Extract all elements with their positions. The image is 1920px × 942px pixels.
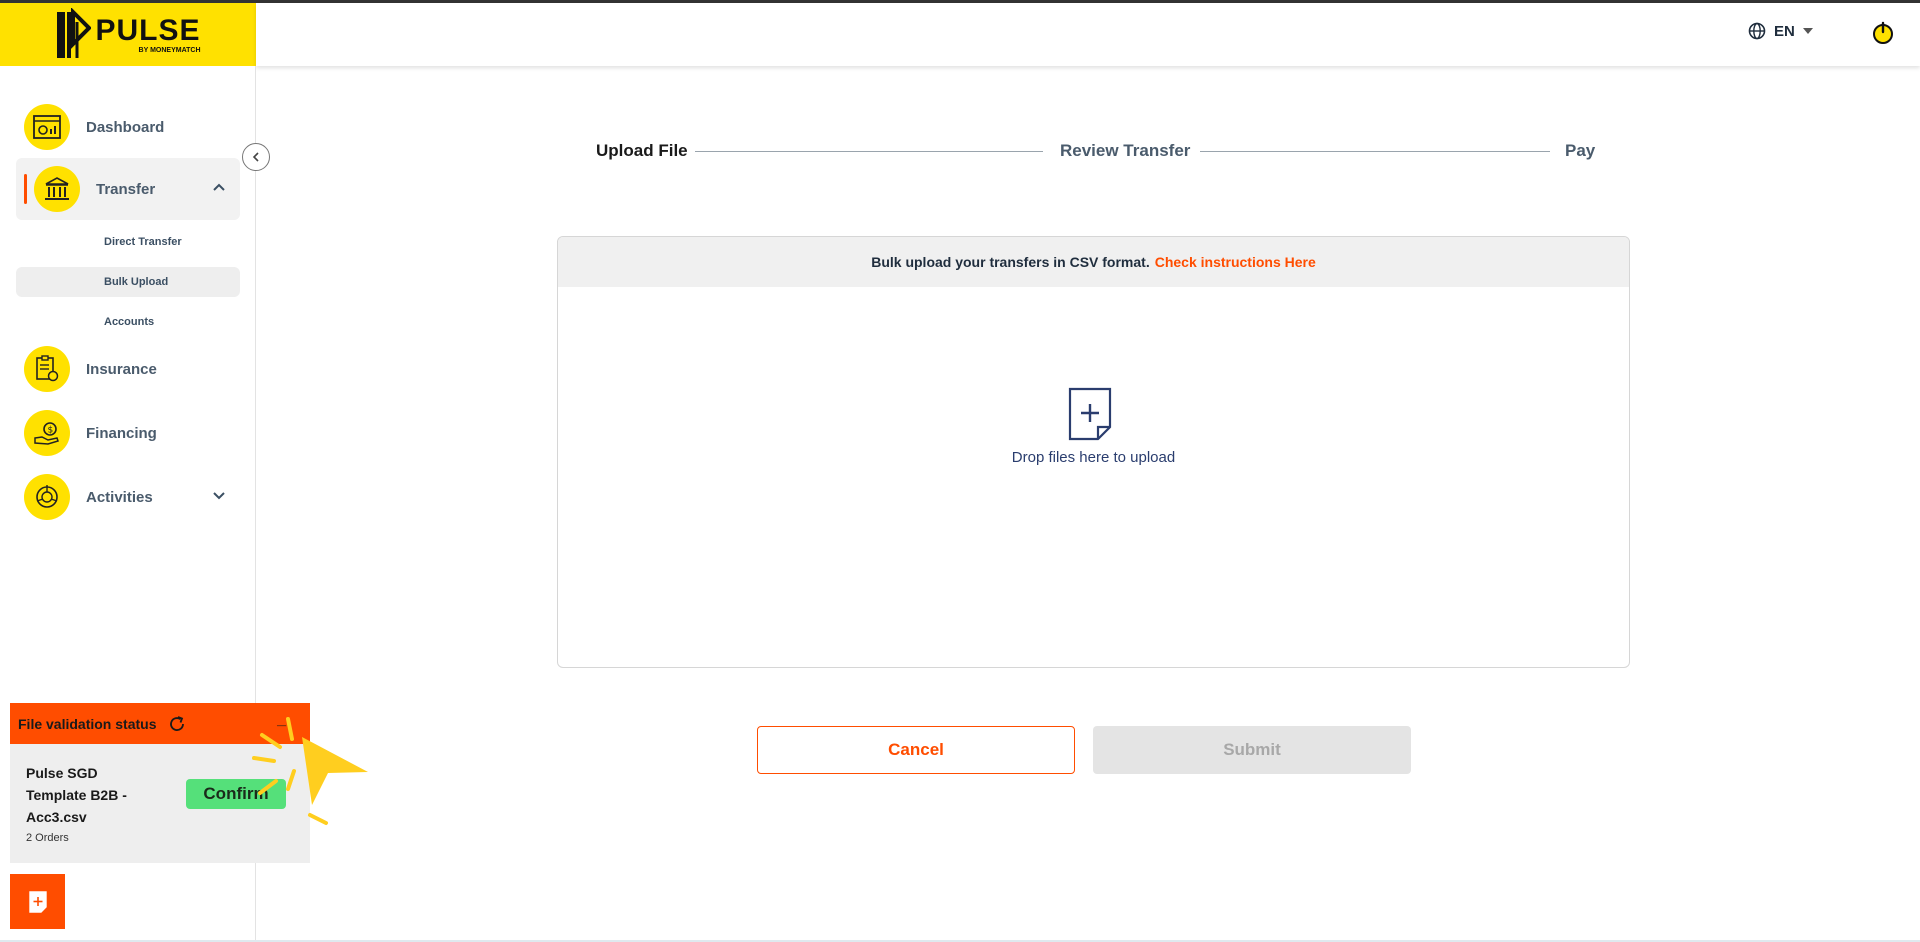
sidebar-subitem-label: Bulk Upload <box>104 276 169 288</box>
add-file-icon <box>1068 387 1112 441</box>
sidebar-item-dashboard[interactable]: Dashboard <box>16 96 240 158</box>
caret-down-icon <box>1802 28 1813 34</box>
file-validation-title: File validation status <box>18 715 157 732</box>
chevron-down-icon <box>213 492 225 500</box>
sidebar-subitem-accounts[interactable]: Accounts <box>16 307 240 337</box>
instruction-text: Bulk upload your transfers in CSV format… <box>871 254 1150 270</box>
logo[interactable]: PULSE BY MONEYMATCH <box>0 3 256 66</box>
sidebar-item-label: Activities <box>86 488 153 506</box>
file-status-button[interactable] <box>10 874 65 929</box>
sidebar-subitem-label: Direct Transfer <box>104 236 182 248</box>
sidebar-item-label: Insurance <box>86 360 157 378</box>
step-connector <box>1200 151 1550 152</box>
instructions-link[interactable]: Check instructions Here <box>1155 254 1316 270</box>
dashboard-icon <box>24 104 70 150</box>
globe-icon <box>1748 22 1766 40</box>
insurance-icon <box>24 346 70 392</box>
sidebar-item-label: Dashboard <box>86 118 165 136</box>
file-name: Pulse SGD Template B2B - Acc3.csv <box>26 765 127 825</box>
top-header <box>256 3 1920 66</box>
upload-instructions: Bulk upload your transfers in CSV format… <box>558 237 1629 287</box>
financing-icon: $ <box>24 410 70 456</box>
drop-zone-label: Drop files here to upload <box>1011 449 1176 466</box>
submit-button[interactable]: Submit <box>1093 726 1411 774</box>
sidebar-collapse-button[interactable] <box>242 143 270 171</box>
chevron-up-icon <box>213 183 225 191</box>
order-count: 2 Orders <box>26 832 69 844</box>
step-pay: Pay <box>1565 141 1596 160</box>
step-connector <box>695 151 1043 152</box>
sidebar-subitem-direct-transfer[interactable]: Direct Transfer <box>16 227 240 257</box>
cancel-button[interactable]: Cancel <box>757 726 1075 774</box>
svg-text:$: $ <box>48 426 54 436</box>
active-indicator <box>24 174 27 204</box>
bank-transfer-icon <box>34 166 80 212</box>
pulse-logo-icon <box>57 7 92 58</box>
sidebar-item-insurance[interactable]: Insurance <box>16 338 240 400</box>
step-review-transfer: Review Transfer <box>1060 141 1191 160</box>
logo-wordmark: PULSE <box>95 13 201 47</box>
refresh-icon[interactable] <box>168 715 186 733</box>
sidebar-item-transfer[interactable]: Transfer <box>16 158 240 220</box>
click-highlight-icon <box>252 717 368 825</box>
sidebar-subitem-label: Accounts <box>104 316 155 328</box>
language-selector[interactable]: EN <box>1748 22 1813 40</box>
chevron-left-icon <box>252 152 259 162</box>
activities-icon <box>24 474 70 520</box>
sidebar-item-financing[interactable]: $ Financing <box>16 402 240 464</box>
logo-subtext: BY MONEYMATCH <box>138 46 201 54</box>
sidebar-item-label: Financing <box>86 424 157 442</box>
sidebar-subitem-bulk-upload[interactable]: Bulk Upload <box>16 267 240 297</box>
sidebar-item-label: Transfer <box>96 180 156 198</box>
file-drop-zone[interactable]: Drop files here to upload <box>558 287 1629 667</box>
sidebar-item-activities[interactable]: Activities <box>16 466 240 528</box>
upload-card: Bulk upload your transfers in CSV format… <box>557 236 1630 668</box>
power-icon[interactable] <box>1871 21 1895 45</box>
add-file-icon <box>28 890 47 913</box>
language-code: EN <box>1774 22 1795 40</box>
step-upload-file: Upload File <box>596 141 688 160</box>
